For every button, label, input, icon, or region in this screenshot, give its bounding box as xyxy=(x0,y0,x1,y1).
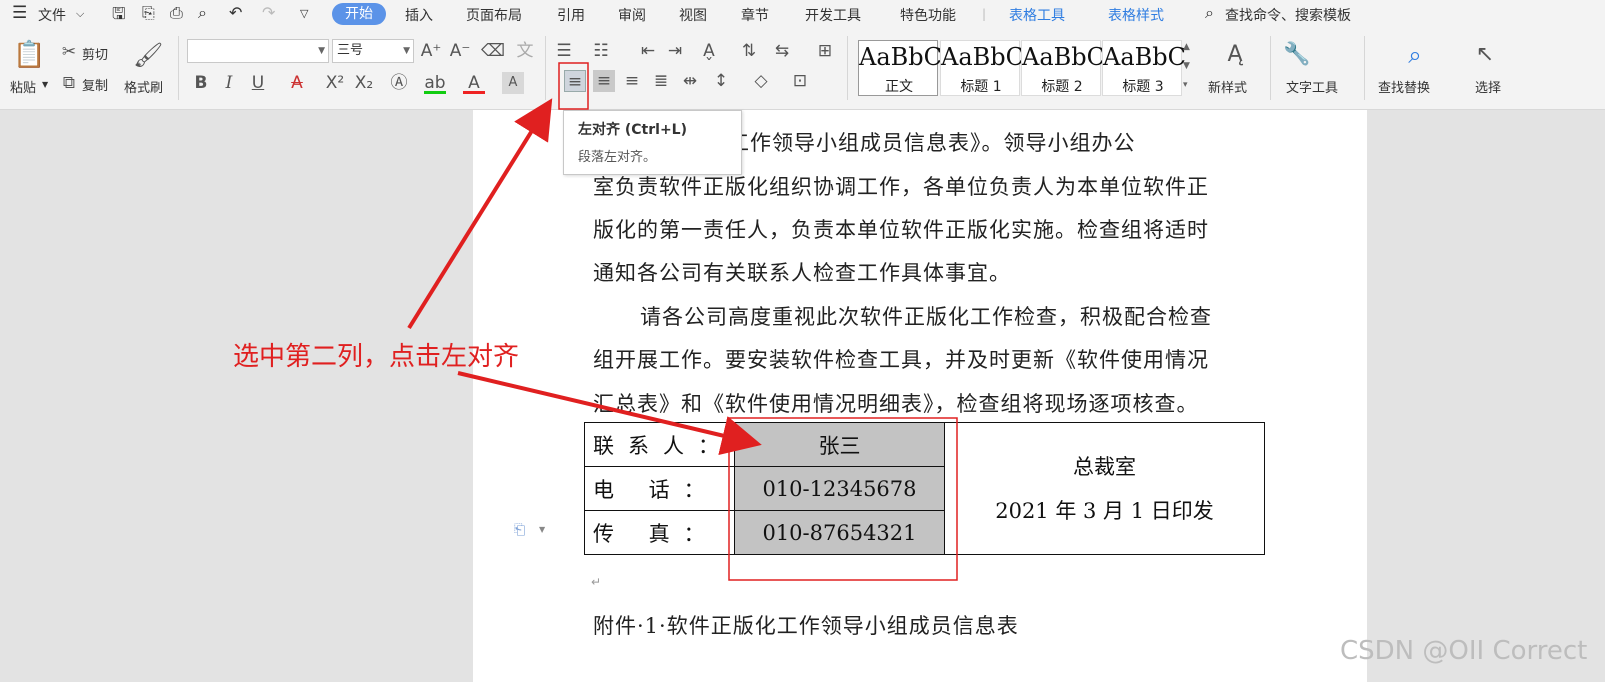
arrow-to-column xyxy=(457,371,762,456)
arrow-to-align-left xyxy=(407,98,553,330)
align-left-highlight-box xyxy=(558,62,589,110)
annotation-text: 选中第二列，点击左对齐 xyxy=(233,342,520,372)
watermark: CSDN @OII Correct xyxy=(1340,636,1588,666)
selected-column-highlight-box xyxy=(728,417,958,581)
